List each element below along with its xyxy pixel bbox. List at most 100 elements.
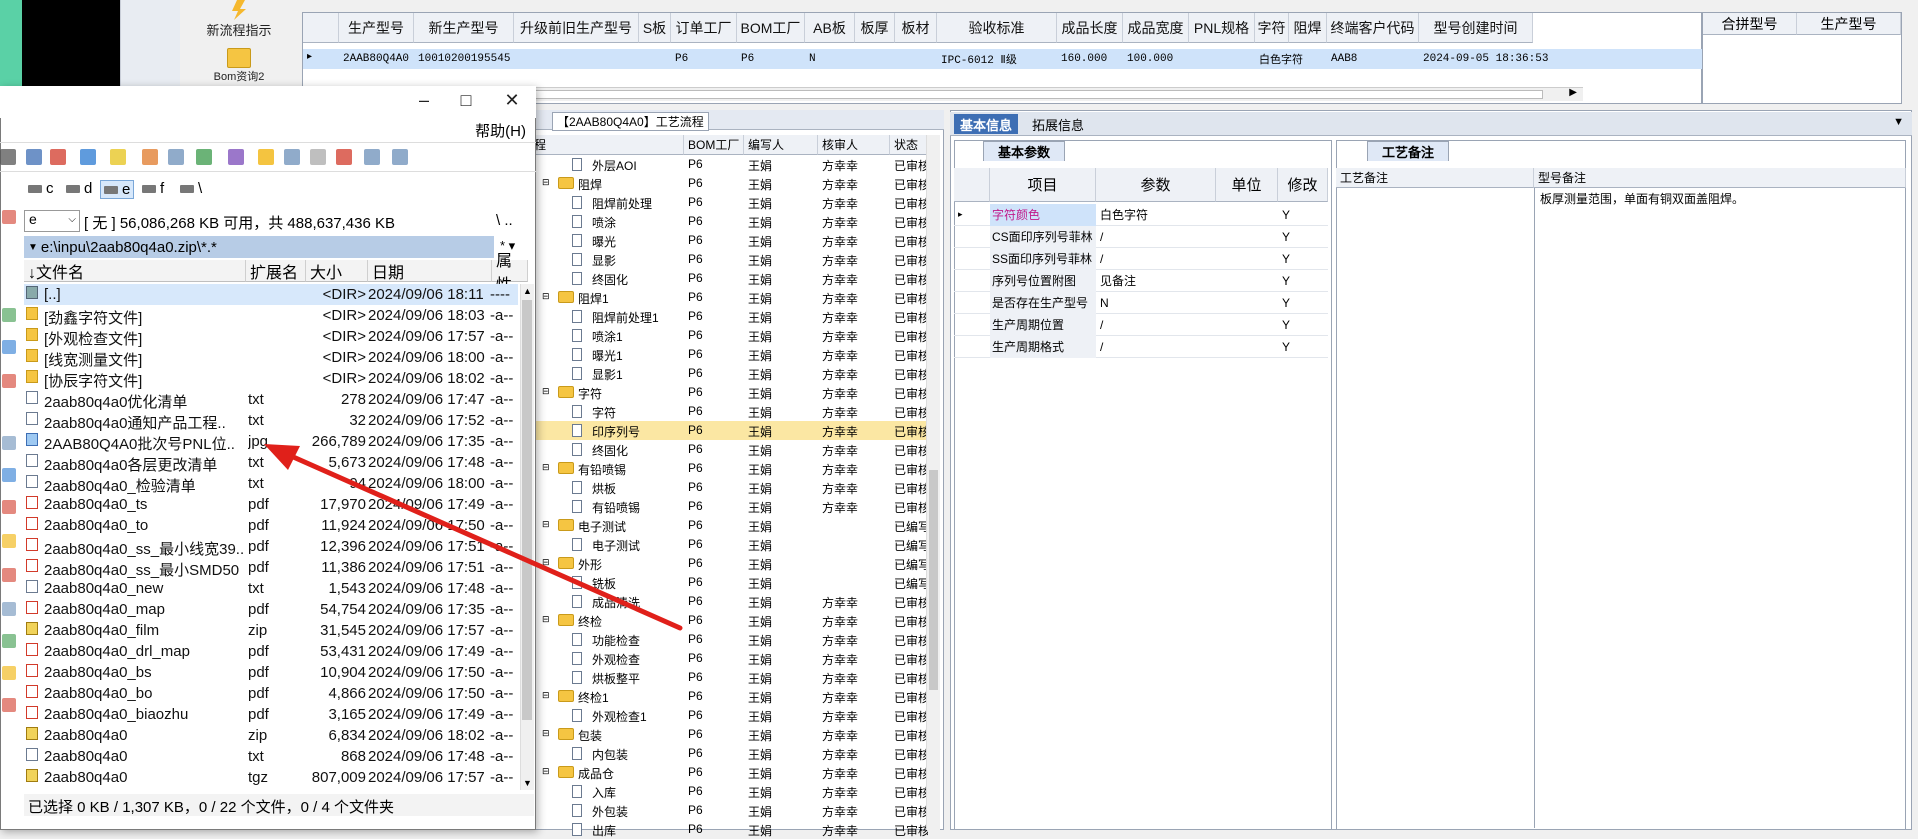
tab-basic-info[interactable]: 基本信息 <box>954 114 1019 134</box>
file-row[interactable]: 2aab80q4a0_film zip 31,545 2024/09/06 17:57… <box>24 620 518 641</box>
merge-model-grid[interactable]: 合拼型号 生产型号 <box>1702 12 1902 104</box>
close-icon[interactable]: ✕ <box>500 90 524 111</box>
tree-scrollbar[interactable] <box>926 135 940 830</box>
shield-icon[interactable] <box>2 500 16 514</box>
file-row[interactable]: 2aab80q4a0 zip 6,834 2024/09/06 18:02 -a-- <box>24 725 518 746</box>
column-header[interactable]: 新生产型号 <box>414 13 514 43</box>
list-icon[interactable] <box>284 149 300 165</box>
pdf-icon[interactable] <box>2 210 16 224</box>
param-edit[interactable]: Y <box>1282 252 1290 266</box>
file-column-header[interactable]: 大小 <box>306 260 368 282</box>
grid-cell[interactable]: 10010200195545 <box>414 49 554 69</box>
column-header[interactable]: 成品宽度 <box>1123 13 1189 43</box>
network-icon[interactable] <box>2 634 16 648</box>
file-row[interactable]: 2aab80q4a0_biaozhu pdf 3,165 2024/09/06 17:… <box>24 704 518 725</box>
file-row[interactable]: 2aab80q4a0_drl_map pdf 53,431 2024/09/06 17… <box>24 641 518 662</box>
param-value[interactable]: 白色字符 <box>1100 206 1148 223</box>
bom-query-button[interactable]: Bom资询2 <box>194 48 284 84</box>
process-tree[interactable]: 程 BOM工厂 编写人 核审人 状态 外层AOI P6 王娟 方幸幸 已审核 ⊟ 阻焊 P6 王娟 方幸幸… <box>530 110 944 838</box>
blank-icon[interactable] <box>310 149 326 165</box>
file-row[interactable]: 2aab80q4a0各层更改清单 txt 5,673 2024/09/06 17:48… <box>24 452 518 474</box>
param-row[interactable]: CS面印序列号菲林 / Y <box>954 225 1328 248</box>
tree-row[interactable]: 功能检查 P6 王娟 方幸幸 已审核 <box>530 630 930 649</box>
collapse-icon[interactable]: ⊟ <box>542 386 550 397</box>
column-header[interactable]: 型号创建时间 <box>1419 13 1533 43</box>
image-icon[interactable] <box>2 568 16 582</box>
warning-icon[interactable] <box>2 534 16 548</box>
path-dropdown-icon[interactable]: ▼ <box>28 242 38 253</box>
panel-menu-icon[interactable]: ▼ <box>1893 116 1904 128</box>
param-edit[interactable]: Y <box>1282 318 1290 332</box>
tree-row[interactable]: 曝光 P6 王娟 方幸幸 已审核 <box>530 231 930 250</box>
file-row[interactable]: 2aab80q4a0 tgz 807,009 2024/09/06 17:57 -a-- <box>24 767 518 788</box>
param-value[interactable]: / <box>1100 252 1103 266</box>
image-icon[interactable] <box>2 698 16 712</box>
window-icon[interactable] <box>392 149 408 165</box>
column-header[interactable]: BOM工厂 <box>737 13 805 43</box>
grid-cell[interactable]: 白色字符 <box>1255 49 1329 69</box>
params-table[interactable]: 项目 参数 单位 修改 ▸ 字符颜色 白色字符 Y CS面印序列号菲林 / Y SS面印序列号菲林 /… <box>954 168 1332 568</box>
file-row[interactable]: 2aab80q4a0_ss_最小线宽39.. pdf 12,396 2024/09/0… <box>24 536 518 558</box>
column-header[interactable]: 板厚 <box>855 13 895 43</box>
tree-row[interactable]: ⊟ 字符 P6 王娟 方幸幸 已审核 <box>530 383 930 402</box>
tree-row[interactable]: 终固化 P6 王娟 方幸幸 已审核 <box>530 269 930 288</box>
column-header[interactable]: PNL规格 <box>1189 13 1255 43</box>
file-column-header[interactable]: 属性 <box>492 253 528 294</box>
param-row[interactable]: 序列号位置附图 见备注 Y <box>954 269 1328 292</box>
column-header[interactable]: 阻焊 <box>1289 13 1327 43</box>
tree-row[interactable]: 显影1 P6 王娟 方幸幸 已审核 <box>530 364 930 383</box>
drive-e[interactable]: e <box>100 180 135 199</box>
file-row[interactable]: 2aab80q4a0优化清单 txt 278 2024/09/06 17:47 -a-- <box>24 389 518 411</box>
file-row[interactable]: [..] <DIR> 2024/09/06 18:11 ---- <box>24 284 518 305</box>
column-header[interactable]: S板 <box>639 13 671 43</box>
file-row[interactable]: [劲鑫字符文件] <DIR> 2024/09/06 18:03 -a-- <box>24 305 518 327</box>
param-row[interactable]: 是否存在生产型号 N Y <box>954 291 1328 314</box>
param-edit[interactable]: Y <box>1282 274 1290 288</box>
grid-cell[interactable]: 2024-09-05 18:36:53 <box>1419 49 1573 69</box>
folder-icon[interactable] <box>2 666 16 680</box>
tree-row[interactable]: ⊟ 终检 P6 王娟 方幸幸 已审核 <box>530 611 930 630</box>
tree-row[interactable]: 喷涂1 P6 王娟 方幸幸 已审核 <box>530 326 930 345</box>
collapse-icon[interactable]: ⊟ <box>542 557 550 568</box>
file-row[interactable]: [外观检查文件] <DIR> 2024/09/06 17:57 -a-- <box>24 326 518 348</box>
tree-row[interactable]: 阻焊前处理1 P6 王娟 方幸幸 已审核 <box>530 307 930 326</box>
scroll-down-icon[interactable]: ▼ <box>523 778 532 788</box>
merge-model-header[interactable]: 合拼型号 <box>1703 13 1797 35</box>
text-icon[interactable] <box>142 149 158 165</box>
tree-row[interactable]: 外包装 P6 王娟 方幸幸 已审核 <box>530 801 930 820</box>
param-value[interactable]: 见备注 <box>1100 272 1136 289</box>
file-column-header[interactable]: 日期 <box>368 260 492 282</box>
file-row[interactable]: 2aab80q4a0_bs pdf 10,904 2024/09/06 17:50 -a… <box>24 662 518 683</box>
scroll-right-icon[interactable]: ▶ <box>1569 87 1577 98</box>
file-row[interactable]: 2aab80q4a0_检验清单 txt 94 2024/09/06 18:00 -a-- <box>24 473 518 495</box>
side-model-header[interactable]: 生产型号 <box>1797 13 1901 35</box>
viewer-icon[interactable] <box>168 149 184 165</box>
tree-row[interactable]: 显影 P6 王娟 方幸幸 已审核 <box>530 250 930 269</box>
shield-icon[interactable] <box>258 149 274 165</box>
column-header[interactable]: 板材 <box>895 13 937 43</box>
tree-row[interactable]: 内包装 P6 王娟 方幸幸 已审核 <box>530 744 930 763</box>
grid-cell[interactable]: N <box>805 49 895 69</box>
drive-c[interactable]: c <box>28 180 54 197</box>
param-edit[interactable]: Y <box>1282 208 1290 222</box>
tree-column-header[interactable]: 程 <box>530 135 684 155</box>
pdf-icon[interactable] <box>336 149 352 165</box>
network-icon[interactable] <box>196 149 212 165</box>
help-menu[interactable]: 帮助(H) <box>475 120 526 141</box>
image-icon[interactable] <box>228 149 244 165</box>
tree-row[interactable]: 外观检查 P6 王娟 方幸幸 已审核 <box>530 649 930 668</box>
column-header[interactable]: 验收标准 <box>937 13 1057 43</box>
new-flow-button[interactable]: 新流程指示 <box>194 0 284 39</box>
refresh-icon[interactable] <box>80 149 96 165</box>
file-row[interactable]: 2AAB80Q4A0批次号PNL位.. jpg 266,789 2024/09/06 … <box>24 431 518 453</box>
drive-d[interactable]: d <box>66 180 92 197</box>
collapse-icon[interactable]: ⊟ <box>542 519 550 530</box>
file-row[interactable]: 2aab80q4a0_ts pdf 17,970 2024/09/06 17:49 -a… <box>24 494 518 515</box>
param-value[interactable]: / <box>1100 318 1103 332</box>
param-value[interactable]: N <box>1100 296 1109 310</box>
param-value[interactable]: / <box>1100 340 1103 354</box>
drive-select[interactable]: e ⌵ <box>24 210 80 232</box>
file-row[interactable]: 2aab80q4a0_ss_最小SMD50 pdf 11,386 2024/09/06… <box>24 557 518 579</box>
file-row[interactable]: [线宽测量文件] <DIR> 2024/09/06 18:00 -a-- <box>24 347 518 369</box>
minimize-icon[interactable]: – <box>412 90 436 111</box>
